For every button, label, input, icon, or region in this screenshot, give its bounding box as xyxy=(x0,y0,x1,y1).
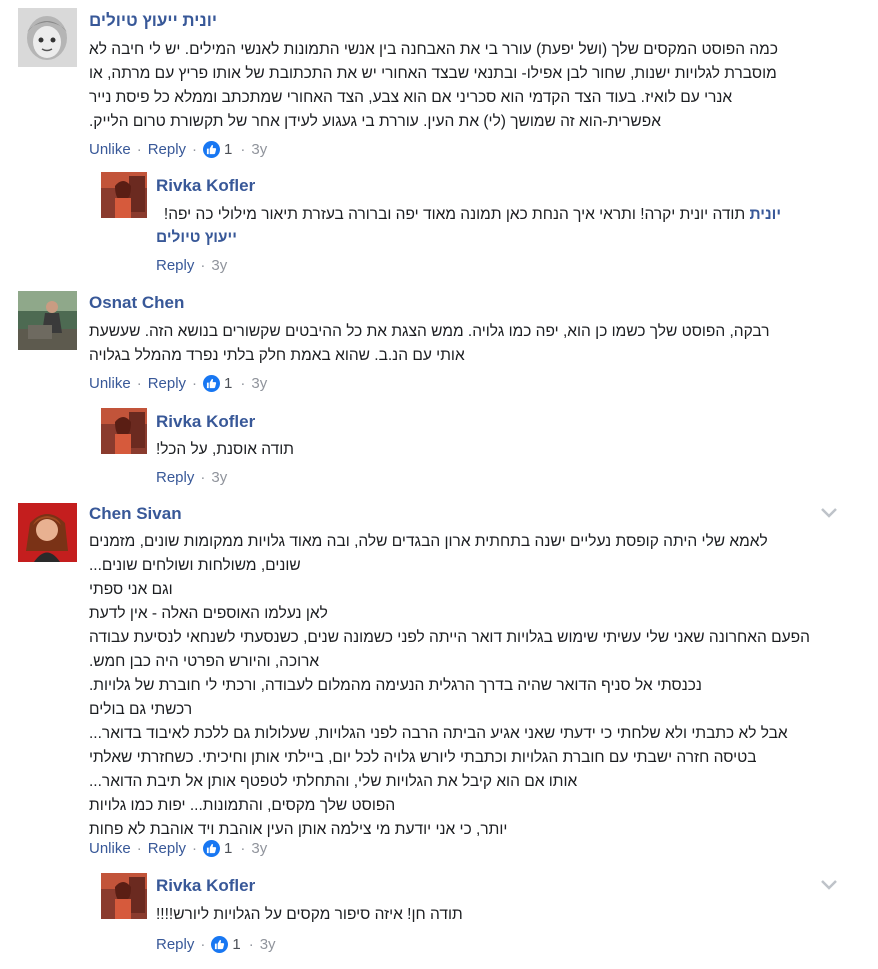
like-thumb-icon[interactable] xyxy=(203,840,221,857)
comment-line: תודה אוסנת, על הכל! xyxy=(156,441,294,458)
unlike-link[interactable]: Unlike xyxy=(89,840,131,857)
separator-dot: · xyxy=(136,375,142,392)
comment-author[interactable]: Rivka Kofler xyxy=(156,176,255,196)
reply-link[interactable]: Reply xyxy=(148,141,186,158)
comment-line: אפשרית-הוא זה שמושך (לי) את העין. עוררת … xyxy=(89,113,661,130)
comment-line: תודה יונית יקרה! ותראי איך הנחת כאן תמונ… xyxy=(163,206,746,223)
separator-dot: · xyxy=(192,375,198,392)
separator-dot: · xyxy=(240,375,246,392)
reply-link[interactable]: Reply xyxy=(156,257,194,274)
comment-author[interactable]: יונית ייעוץ טיולים xyxy=(89,11,217,31)
unlike-link[interactable]: Unlike xyxy=(89,375,131,392)
comment-line: אבל לא כתבתי ולא שלחתי כי ידעתי שאני אגי… xyxy=(89,725,788,742)
comment-line: אנרי עם לואיז. בעוד הצד הקדמי הוא סכריני… xyxy=(89,89,733,106)
comment-line: וגם אני ספתי xyxy=(89,581,173,598)
chevron-down-icon[interactable] xyxy=(820,878,838,890)
like-count[interactable]: 1 xyxy=(224,141,232,158)
comment-line: מוסברת לגלויות ישנות, שחור לבן אפילו- וב… xyxy=(89,65,777,82)
avatar[interactable] xyxy=(101,408,147,454)
like-thumb-icon[interactable] xyxy=(203,375,221,392)
avatar[interactable] xyxy=(101,873,147,919)
comment-line: הפוסט שלך מקסים, והתמונות... יפות כמו גל… xyxy=(89,797,396,814)
reply-link[interactable]: Reply xyxy=(156,469,194,486)
avatar[interactable] xyxy=(18,503,77,562)
comment-line: יותר, כי אני יודעת מי צילמה אותן העין או… xyxy=(89,821,508,838)
avatar[interactable] xyxy=(18,291,77,350)
comment-line: תודה חן! איזה סיפור מקסים על הגלויות ליו… xyxy=(156,906,463,923)
comment-text: יונית תודה יונית יקרה! ותראי איך הנחת כא… xyxy=(156,203,781,227)
comment-actions: Reply · 3y xyxy=(156,469,227,486)
comment-actions: Reply · 3y xyxy=(156,257,227,274)
timestamp[interactable]: 3y xyxy=(211,257,227,274)
comments-thread: יונית ייעוץ טיולים כמה הפוסט המקסים שלך … xyxy=(0,0,878,969)
unlike-link[interactable]: Unlike xyxy=(89,141,131,158)
separator-dot: · xyxy=(200,257,206,274)
timestamp[interactable]: 3y xyxy=(211,469,227,486)
timestamp[interactable]: 3y xyxy=(251,141,267,158)
comment-actions: Unlike · Reply · 1 · 3y xyxy=(89,141,267,158)
reply-link[interactable]: Reply xyxy=(148,840,186,857)
separator-dot: · xyxy=(136,840,142,857)
comment-author[interactable]: Rivka Kofler xyxy=(156,412,255,432)
comment-author[interactable]: Chen Sivan xyxy=(89,504,182,524)
timestamp[interactable]: 3y xyxy=(260,936,276,953)
timestamp[interactable]: 3y xyxy=(251,375,267,392)
comment-author[interactable]: Rivka Kofler xyxy=(156,876,255,896)
comment-actions: Unlike · Reply · 1 · 3y xyxy=(89,375,267,392)
separator-dot: · xyxy=(136,141,142,158)
comment-actions: Unlike · Reply · 1 · 3y xyxy=(89,840,267,857)
comment-text: תודה חן! איזה סיפור מקסים על הגלויות ליו… xyxy=(156,903,463,927)
like-thumb-icon[interactable] xyxy=(203,141,221,158)
tagged-name[interactable]: ייעוץ טיולים xyxy=(156,229,237,247)
separator-dot: · xyxy=(192,840,198,857)
like-thumb-icon[interactable] xyxy=(211,936,229,953)
comment-actions: Reply · 1 · 3y xyxy=(156,936,276,953)
like-count[interactable]: 1 xyxy=(232,936,240,953)
comment-line: רבקה, הפוסט שלך כשמו כן הוא, יפה כמו גלו… xyxy=(89,323,770,340)
comment-text: תודה אוסנת, על הכל! xyxy=(156,438,294,462)
comment-author[interactable]: Osnat Chen xyxy=(89,293,184,313)
timestamp[interactable]: 3y xyxy=(251,840,267,857)
chevron-down-icon[interactable] xyxy=(820,506,838,518)
comment-line: כמה הפוסט המקסים שלך (ושל יפעת) עורר בי … xyxy=(89,41,778,58)
tagged-name[interactable]: יונית xyxy=(749,206,781,223)
comment-text: לאמא שלי היתה קופסת נעליים ישנה בתחתית א… xyxy=(89,530,810,842)
separator-dot: · xyxy=(200,469,206,486)
comment-text: כמה הפוסט המקסים שלך (ושל יפעת) עורר בי … xyxy=(89,38,778,134)
comment-line: אותי עם הנ.ב. שהוא באמת חלק בלתי נפרד מה… xyxy=(89,347,465,364)
avatar[interactable] xyxy=(101,172,147,218)
separator-dot: · xyxy=(240,141,246,158)
separator-dot: · xyxy=(240,840,246,857)
comment-line: בטיסה חזרה ישבתי עם חוברת הגלויות וכתבתי… xyxy=(89,749,757,766)
reply-link[interactable]: Reply xyxy=(156,936,194,953)
comment-line: לאמא שלי היתה קופסת נעליים ישנה בתחתית א… xyxy=(89,533,768,550)
comment-line: ארוכה, והיורש הפרטי היה כבן חמש. xyxy=(89,653,320,670)
comment-line: רכשתי גם בולים xyxy=(89,701,193,718)
separator-dot: · xyxy=(248,936,254,953)
comment-line: הפעם האחרונה שאני שלי עשיתי שימוש בגלויו… xyxy=(89,629,810,646)
comment-line: נכנסתי אל סניף הדואר שהיה בדרך הרגלית הנ… xyxy=(89,677,702,694)
comment-text: רבקה, הפוסט שלך כשמו כן הוא, יפה כמו גלו… xyxy=(89,320,770,368)
like-count[interactable]: 1 xyxy=(224,840,232,857)
separator-dot: · xyxy=(192,141,198,158)
comment-line: שונים, משולחות ושולחים שונים... xyxy=(89,557,301,574)
reply-link[interactable]: Reply xyxy=(148,375,186,392)
like-count[interactable]: 1 xyxy=(224,375,232,392)
comment-line: לאן נעלמו האוספים האלה - אין לדעת xyxy=(89,605,328,622)
comment-line: אותו אם הוא קיבל את הגלויות שלי, והתחלתי… xyxy=(89,773,578,790)
avatar[interactable] xyxy=(18,8,77,67)
separator-dot: · xyxy=(200,936,206,953)
